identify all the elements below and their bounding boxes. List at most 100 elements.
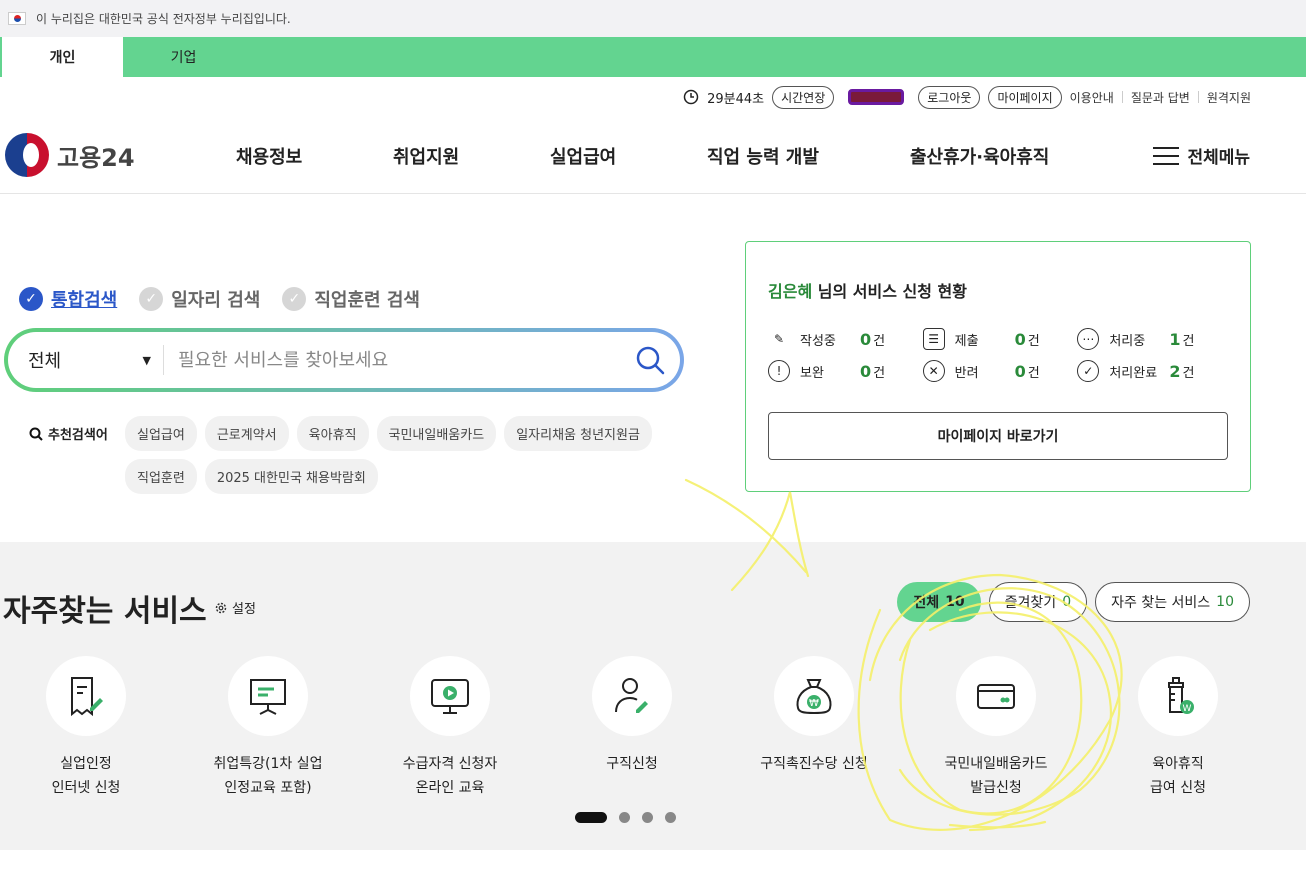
qna-link[interactable]: 질문과 답변: [1131, 89, 1190, 106]
filter-count: 10: [1216, 594, 1234, 610]
search-scope-select[interactable]: 전체 ▼: [8, 345, 164, 375]
service-label: 취업특강(1차 실업: [213, 756, 323, 772]
nav-item-employment-support[interactable]: 취업지원: [393, 143, 459, 169]
status-title-suffix: 님의 서비스 신청 현황: [817, 282, 967, 301]
keyword-chip[interactable]: 직업훈련: [125, 459, 197, 494]
checkmark-icon: ✓: [19, 287, 43, 311]
filter-frequent[interactable]: 자주 찾는 서비스 10: [1095, 582, 1250, 622]
carousel-dot-active[interactable]: [575, 812, 607, 823]
status-label: 보완: [800, 365, 824, 381]
money-bag-icon: ₩: [796, 679, 832, 715]
guide-link[interactable]: 이용안내: [1070, 89, 1114, 106]
service-item[interactable]: 취업특강(1차 실업인정교육 포함): [178, 656, 358, 800]
logout-button[interactable]: 로그아웃: [918, 85, 981, 109]
mypage-button[interactable]: 마이페이지: [988, 85, 1062, 109]
status-count: 0: [860, 361, 872, 381]
service-label: 급여 신청: [1150, 780, 1206, 796]
service-item[interactable]: 구직신청: [542, 656, 722, 776]
ellipsis-icon: ⋯: [1077, 328, 1100, 350]
search-box: 전체 ▼: [4, 328, 684, 392]
search-tab-integrated[interactable]: ✓ 통합검색: [19, 286, 117, 312]
status-item-processing[interactable]: ⋯ 처리중 1건: [1077, 328, 1232, 350]
search-button[interactable]: [620, 345, 680, 375]
keyword-chip[interactable]: 육아휴직: [296, 416, 369, 451]
korea-flag-icon: [8, 12, 26, 25]
status-unit: 건: [1027, 333, 1040, 349]
keyword-chip[interactable]: 2025 대한민국 채용박람회: [204, 459, 378, 494]
hamburger-icon: [1153, 146, 1180, 165]
status-label: 작성중: [800, 333, 836, 349]
service-filters: 전체 10 즐겨찾기 0 자주 찾는 서비스 10: [897, 582, 1250, 622]
status-grid: ✎ 작성중 0건 ☰ 제출 0건 ⋯ 처리중 1건 ! 보완 0건 ✕ 반려 0…: [768, 328, 1232, 382]
carousel-dot[interactable]: [642, 812, 653, 823]
carousel-dot[interactable]: [619, 812, 630, 823]
services-setting-button[interactable]: 설정: [214, 598, 256, 617]
site-logo[interactable]: 고용24: [5, 133, 135, 177]
service-item[interactable]: 실업인정 인터넷 신청: [0, 656, 176, 800]
status-item-submitted[interactable]: ☰ 제출 0건: [922, 328, 1078, 350]
service-label: 인정교육 포함): [224, 780, 312, 796]
tab-business[interactable]: 기업: [123, 37, 244, 77]
search-type-tabs: ✓ 통합검색 ✓ 일자리 검색 ✓ 직업훈련 검색: [19, 286, 420, 312]
filter-label: 전체: [913, 595, 940, 611]
baby-bottle-icon: W: [1168, 677, 1194, 714]
recommended-label: 추천검색어: [29, 424, 108, 443]
filter-label: 자주 찾는 서비스: [1111, 595, 1211, 611]
keyword-chip[interactable]: 국민내일배움카드: [376, 416, 497, 451]
remote-support-link[interactable]: 원격지원: [1207, 89, 1251, 106]
keyword-chip[interactable]: 근로계약서: [204, 416, 289, 451]
status-unit: 건: [873, 365, 886, 381]
gear-icon: [215, 602, 227, 613]
search-tab-label: 일자리 검색: [171, 290, 261, 311]
status-item-supplement[interactable]: ! 보완 0건: [768, 360, 923, 382]
nav-item-jobs[interactable]: 채용정보: [236, 143, 302, 169]
go-to-mypage-button[interactable]: 마이페이지 바로가기: [768, 412, 1228, 460]
exclamation-icon: !: [768, 360, 790, 382]
filter-favorites[interactable]: 즐겨찾기 0: [988, 582, 1088, 622]
status-item-completed[interactable]: ✓ 처리완료 2건: [1077, 360, 1232, 382]
person-pen-icon: [615, 678, 648, 713]
x-circle-icon: ✕: [922, 360, 945, 382]
all-menu-button[interactable]: 전체메뉴: [1153, 143, 1250, 168]
services-title: 자주찾는 서비스: [3, 594, 207, 629]
status-item-drafting[interactable]: ✎ 작성중 0건: [768, 328, 923, 350]
service-item[interactable]: 국민내일배움카드 발급신청: [906, 656, 1086, 800]
service-carousel: 실업인정 인터넷 신청 취업특강(1차 실업인정교육 포함) 수급자격 신청자 온라…: [0, 656, 1306, 806]
service-label: 구직신청: [606, 756, 658, 772]
status-count: 0: [1014, 361, 1026, 381]
service-item[interactable]: 수급자격 신청자 온라인 교육: [360, 656, 540, 800]
status-unit: 건: [873, 333, 886, 349]
search-icon: [636, 346, 665, 375]
nav-item-skills-development[interactable]: 직업 능력 개발: [707, 143, 819, 169]
check-circle-icon: ✓: [1077, 360, 1100, 382]
checklist-icon: ☰: [922, 328, 945, 350]
monitor-play-icon: [431, 679, 469, 714]
logo-text: 고용24: [57, 143, 135, 172]
main-header: 고용24 채용정보 취업지원 실업급여 직업 능력 개발 출산휴가·육아휴직 전…: [0, 117, 1306, 194]
extend-session-button[interactable]: 시간연장: [772, 85, 835, 109]
search-section: ✓ 통합검색 ✓ 일자리 검색 ✓ 직업훈련 검색 전체 ▼ 추천검색어: [0, 194, 720, 534]
setting-label: 설정: [232, 602, 256, 617]
service-label: 구직촉진수당 신청: [760, 756, 868, 772]
divider: [1197, 91, 1199, 103]
svg-text:₩: ₩: [809, 698, 819, 709]
status-label: 반려: [954, 365, 979, 381]
search-tab-training[interactable]: ✓ 직업훈련 검색: [282, 286, 420, 312]
filter-count: 10: [945, 594, 965, 610]
keyword-chip[interactable]: 실업급여: [125, 416, 197, 451]
nav-item-unemployment-benefit[interactable]: 실업급여: [550, 143, 616, 169]
status-item-rejected[interactable]: ✕ 반려 0건: [922, 360, 1078, 382]
carousel-dot[interactable]: [665, 812, 676, 823]
filter-all[interactable]: 전체 10: [897, 582, 981, 622]
nav-item-parental-leave[interactable]: 출산휴가·육아휴직: [910, 143, 1049, 169]
keyword-chip[interactable]: 일자리채움 청년지원금: [504, 416, 652, 451]
service-item[interactable]: W 육아휴직급여 신청: [1088, 656, 1268, 800]
card-icon: [977, 684, 1015, 709]
search-input[interactable]: [164, 349, 620, 371]
service-label: 육아휴직: [1152, 756, 1204, 772]
service-item[interactable]: ₩ 구직촉진수당 신청: [724, 656, 904, 776]
search-tab-jobs[interactable]: ✓ 일자리 검색: [139, 286, 260, 312]
taegeuk-logo-icon: [5, 133, 49, 177]
tab-personal[interactable]: 개인: [2, 37, 123, 77]
status-label: 처리완료: [1109, 365, 1158, 381]
